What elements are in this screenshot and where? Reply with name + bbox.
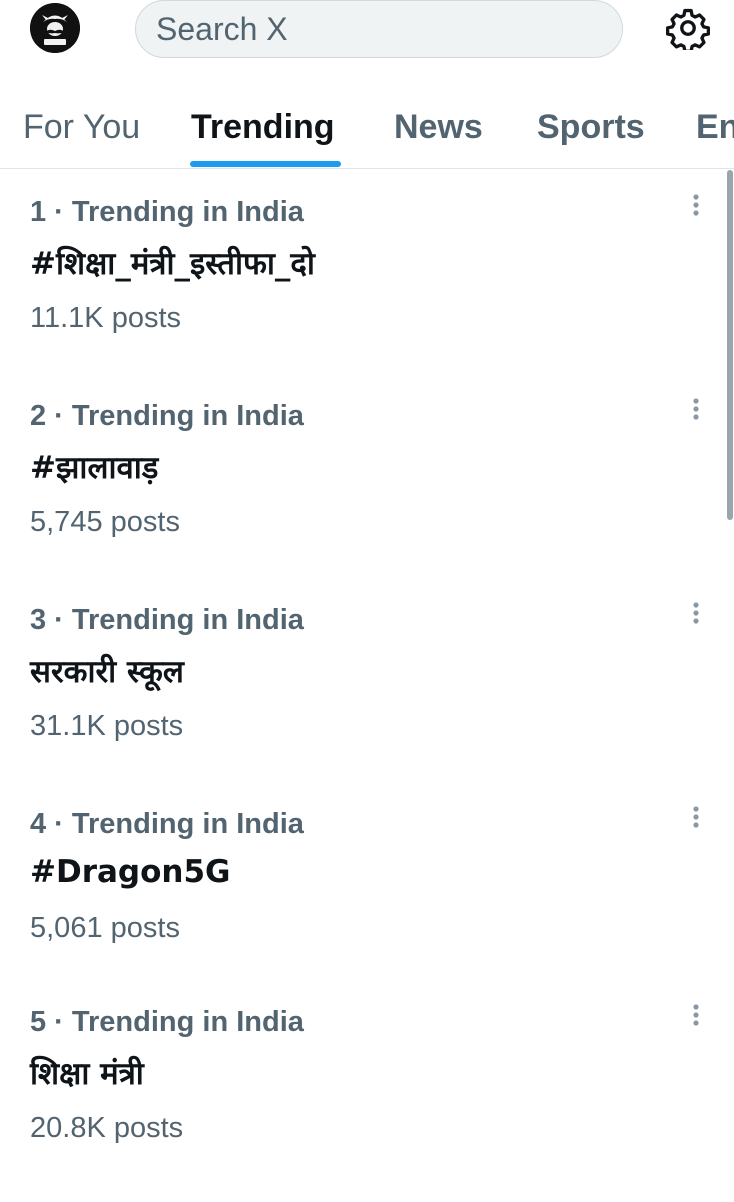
- trend-item[interactable]: 1 · Trending in India #शिक्षा_मंत्री_इस्…: [0, 194, 734, 392]
- tab-news[interactable]: News: [394, 108, 483, 147]
- trend-post-count: 5,061 posts: [30, 912, 180, 944]
- trend-title: #झालावाड़: [30, 450, 159, 486]
- tab-entertainment[interactable]: En: [696, 108, 734, 147]
- trend-title: सरकारी स्कूल: [30, 654, 184, 690]
- more-options-icon[interactable]: [683, 598, 709, 632]
- trend-context: 3 · Trending in India: [30, 604, 304, 636]
- trend-post-count: 11.1K posts: [30, 302, 182, 334]
- more-options-icon[interactable]: [683, 802, 709, 836]
- trend-context: 4 · Trending in India: [30, 808, 304, 840]
- trend-item[interactable]: 2 · Trending in India #झालावाड़ 5,745 po…: [0, 398, 734, 596]
- trend-post-count: 31.1K posts: [30, 710, 184, 742]
- tab-sports[interactable]: Sports: [537, 108, 645, 147]
- active-tab-indicator: [190, 161, 341, 167]
- more-options-icon[interactable]: [683, 190, 709, 224]
- trend-item[interactable]: 5 · Trending in India शिक्षा मंत्री 20.8…: [0, 1004, 734, 1202]
- more-options-icon[interactable]: [683, 394, 709, 428]
- tab-for-you[interactable]: For You: [23, 108, 140, 147]
- search-input[interactable]: [156, 9, 596, 49]
- trend-context: 5 · Trending in India: [30, 1006, 304, 1038]
- trend-title: #Dragon5G: [30, 854, 231, 890]
- trend-context: 1 · Trending in India: [30, 196, 304, 228]
- top-bar: [0, 0, 734, 62]
- profile-avatar-icon[interactable]: [30, 3, 80, 53]
- explore-tabs: For You Trending News Sports En: [0, 88, 734, 169]
- trend-post-count: 5,745 posts: [30, 506, 180, 538]
- trend-context: 2 · Trending in India: [30, 400, 304, 432]
- search-bar[interactable]: [135, 0, 623, 58]
- trend-post-count: 20.8K posts: [30, 1112, 184, 1144]
- gear-icon[interactable]: [666, 6, 710, 53]
- trend-title: #शिक्षा_मंत्री_इस्तीफा_दो: [30, 246, 315, 282]
- trend-item[interactable]: 3 · Trending in India सरकारी स्कूल 31.1K…: [0, 602, 734, 800]
- trend-title: शिक्षा मंत्री: [30, 1056, 144, 1092]
- tab-trending[interactable]: Trending: [191, 108, 335, 147]
- trend-item[interactable]: 4 · Trending in India #Dragon5G 5,061 po…: [0, 806, 734, 1004]
- more-options-icon[interactable]: [683, 1000, 709, 1034]
